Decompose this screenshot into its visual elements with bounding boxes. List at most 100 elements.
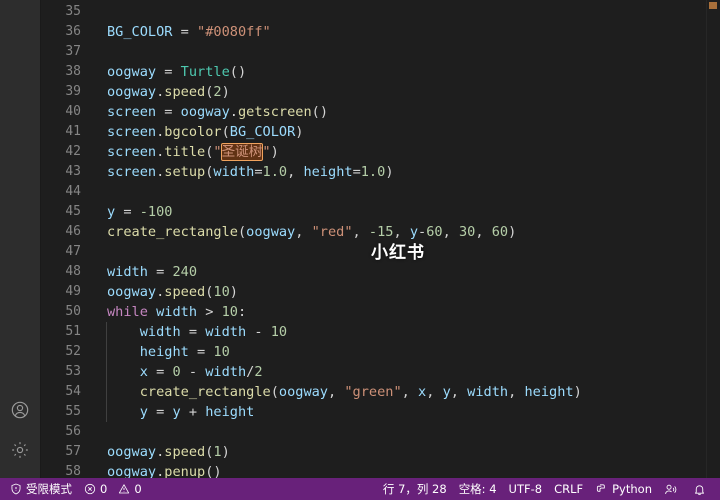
line-content[interactable]: screen.setup(width=1.0, height=1.0) — [95, 162, 720, 182]
code-line[interactable]: 36 BG_COLOR = "#0080ff" — [41, 22, 720, 42]
code-line[interactable]: 37 — [41, 42, 720, 62]
vscode-window: 35 36 BG_COLOR = "#0080ff" 37 38 oogway = Tur… — [0, 0, 720, 500]
code-line[interactable]: 50 while width > 10: — [41, 302, 720, 322]
code-line[interactable]: 35 — [41, 2, 720, 22]
line-number: 40 — [65, 104, 81, 119]
status-feedback[interactable] — [658, 478, 687, 500]
code-token: , — [287, 164, 304, 180]
code-token: "red" — [311, 224, 353, 240]
code-token: while — [107, 304, 148, 320]
line-content[interactable] — [95, 2, 720, 22]
line-content[interactable]: oogway = Turtle() — [95, 62, 720, 82]
status-notifications[interactable] — [687, 478, 716, 500]
line-content[interactable]: x = 0 - width/2 — [95, 362, 720, 382]
code-token: screen — [107, 124, 157, 140]
status-cursor-position[interactable]: 行 7，列 28 — [377, 478, 453, 500]
status-indentation[interactable]: 空格: 4 — [453, 478, 503, 500]
code-line[interactable]: 53 x = 0 - width/2 — [41, 362, 720, 382]
code-token: width — [139, 324, 181, 340]
line-content[interactable]: y = y + height — [95, 402, 720, 422]
code-token: 10 — [213, 284, 230, 300]
code-token: 10 — [221, 304, 238, 320]
code-line[interactable]: 43 screen.setup(width=1.0, height=1.0) — [41, 162, 720, 182]
code-token: = — [115, 204, 140, 220]
code-line[interactable]: 56 — [41, 422, 720, 442]
code-line[interactable]: 44 — [41, 182, 720, 202]
line-content[interactable]: height = 10 — [95, 342, 720, 362]
code-line[interactable]: 46 create_rectangle(oogway, "red", -15, y… — [41, 222, 720, 242]
status-encoding[interactable]: UTF-8 — [503, 478, 549, 500]
code-line[interactable]: 39 oogway.speed(2) — [41, 82, 720, 102]
code-token: , — [475, 224, 492, 240]
code-lines[interactable]: 35 36 BG_COLOR = "#0080ff" 37 38 oogway = Tur… — [41, 0, 720, 478]
code-token: oogway — [278, 384, 328, 400]
code-line[interactable]: 42 screen.title("圣诞树") — [41, 142, 720, 162]
code-token: create_rectangle — [139, 384, 271, 400]
line-content[interactable]: oogway.speed(10) — [95, 282, 720, 302]
code-line[interactable]: 48 width = 240 — [41, 262, 720, 282]
gear-icon[interactable] — [0, 430, 41, 470]
line-content[interactable]: oogway.speed(2) — [95, 82, 720, 102]
line-content[interactable]: y = -100 — [95, 202, 720, 222]
code-line[interactable]: 47 — [41, 242, 720, 262]
line-content[interactable]: create_rectangle(oogway, "green", x, y, … — [95, 382, 720, 402]
code-line[interactable]: 45 y = -100 — [41, 202, 720, 222]
code-token: x — [418, 384, 427, 400]
line-content[interactable] — [95, 182, 720, 202]
line-number: 42 — [65, 144, 81, 159]
line-content[interactable] — [95, 422, 720, 442]
status-problems[interactable]: 0 0 — [78, 478, 148, 500]
code-line[interactable]: 40 screen = oogway.getscreen() — [41, 102, 720, 122]
code-token: width — [205, 324, 247, 340]
line-content[interactable]: width = 240 — [95, 262, 720, 282]
editor-scrollbar[interactable] — [706, 0, 720, 478]
code-line[interactable]: 55 y = y + height — [41, 402, 720, 422]
code-editor[interactable]: 35 36 BG_COLOR = "#0080ff" 37 38 oogway = Tur… — [41, 0, 720, 478]
line-content[interactable]: width = width - 10 — [95, 322, 720, 342]
line-content[interactable]: create_rectangle(oogway, "red", -15, y-6… — [95, 222, 720, 242]
code-token: ( — [221, 124, 230, 140]
line-content[interactable] — [95, 242, 720, 262]
code-line[interactable]: 51 width = width - 10 — [41, 322, 720, 342]
code-token: = — [147, 364, 173, 380]
code-token: , — [393, 224, 410, 240]
status-restricted-mode[interactable]: 受限模式 — [4, 478, 78, 500]
code-line[interactable]: 58 oogway.penup() — [41, 462, 720, 478]
code-token: oogway — [107, 284, 157, 300]
code-token: - — [254, 324, 263, 340]
line-content[interactable]: oogway.speed(1) — [95, 442, 720, 462]
line-content[interactable]: screen.title("圣诞树") — [95, 142, 720, 162]
code-line[interactable]: 49 oogway.speed(10) — [41, 282, 720, 302]
status-eol[interactable]: CRLF — [548, 478, 589, 500]
status-language-mode[interactable]: Python — [589, 478, 658, 500]
indent-guide — [106, 322, 107, 342]
line-content[interactable] — [95, 42, 720, 62]
code-line[interactable]: 38 oogway = Turtle() — [41, 62, 720, 82]
warning-count: 0 — [134, 482, 142, 496]
code-line[interactable]: 52 height = 10 — [41, 342, 720, 362]
line-content[interactable]: screen.bgcolor(BG_COLOR) — [95, 122, 720, 142]
line-content[interactable]: screen = oogway.getscreen() — [95, 102, 720, 122]
code-line[interactable]: 41 screen.bgcolor(BG_COLOR) — [41, 122, 720, 142]
code-line[interactable]: 54 create_rectangle(oogway, "green", x, … — [41, 382, 720, 402]
line-content[interactable]: BG_COLOR = "#0080ff" — [95, 22, 720, 42]
code-token: = — [172, 24, 198, 40]
code-token: 10 — [213, 344, 230, 360]
code-token: oogway — [107, 64, 157, 80]
code-line[interactable]: 57 oogway.speed(1) — [41, 442, 720, 462]
line-content[interactable]: while width > 10: — [95, 302, 720, 322]
line-number: 46 — [65, 224, 81, 239]
line-content[interactable]: oogway.penup() — [95, 462, 720, 478]
code-token: : — [237, 304, 247, 320]
code-token: height — [524, 384, 574, 400]
code-token: oogway — [107, 444, 157, 460]
line-number: 43 — [65, 164, 81, 179]
code-token: ) — [295, 124, 304, 140]
indentation-label: 空格: 4 — [458, 482, 497, 496]
bell-icon — [693, 483, 706, 496]
account-icon[interactable] — [0, 390, 41, 430]
code-token: 30 — [458, 224, 476, 240]
